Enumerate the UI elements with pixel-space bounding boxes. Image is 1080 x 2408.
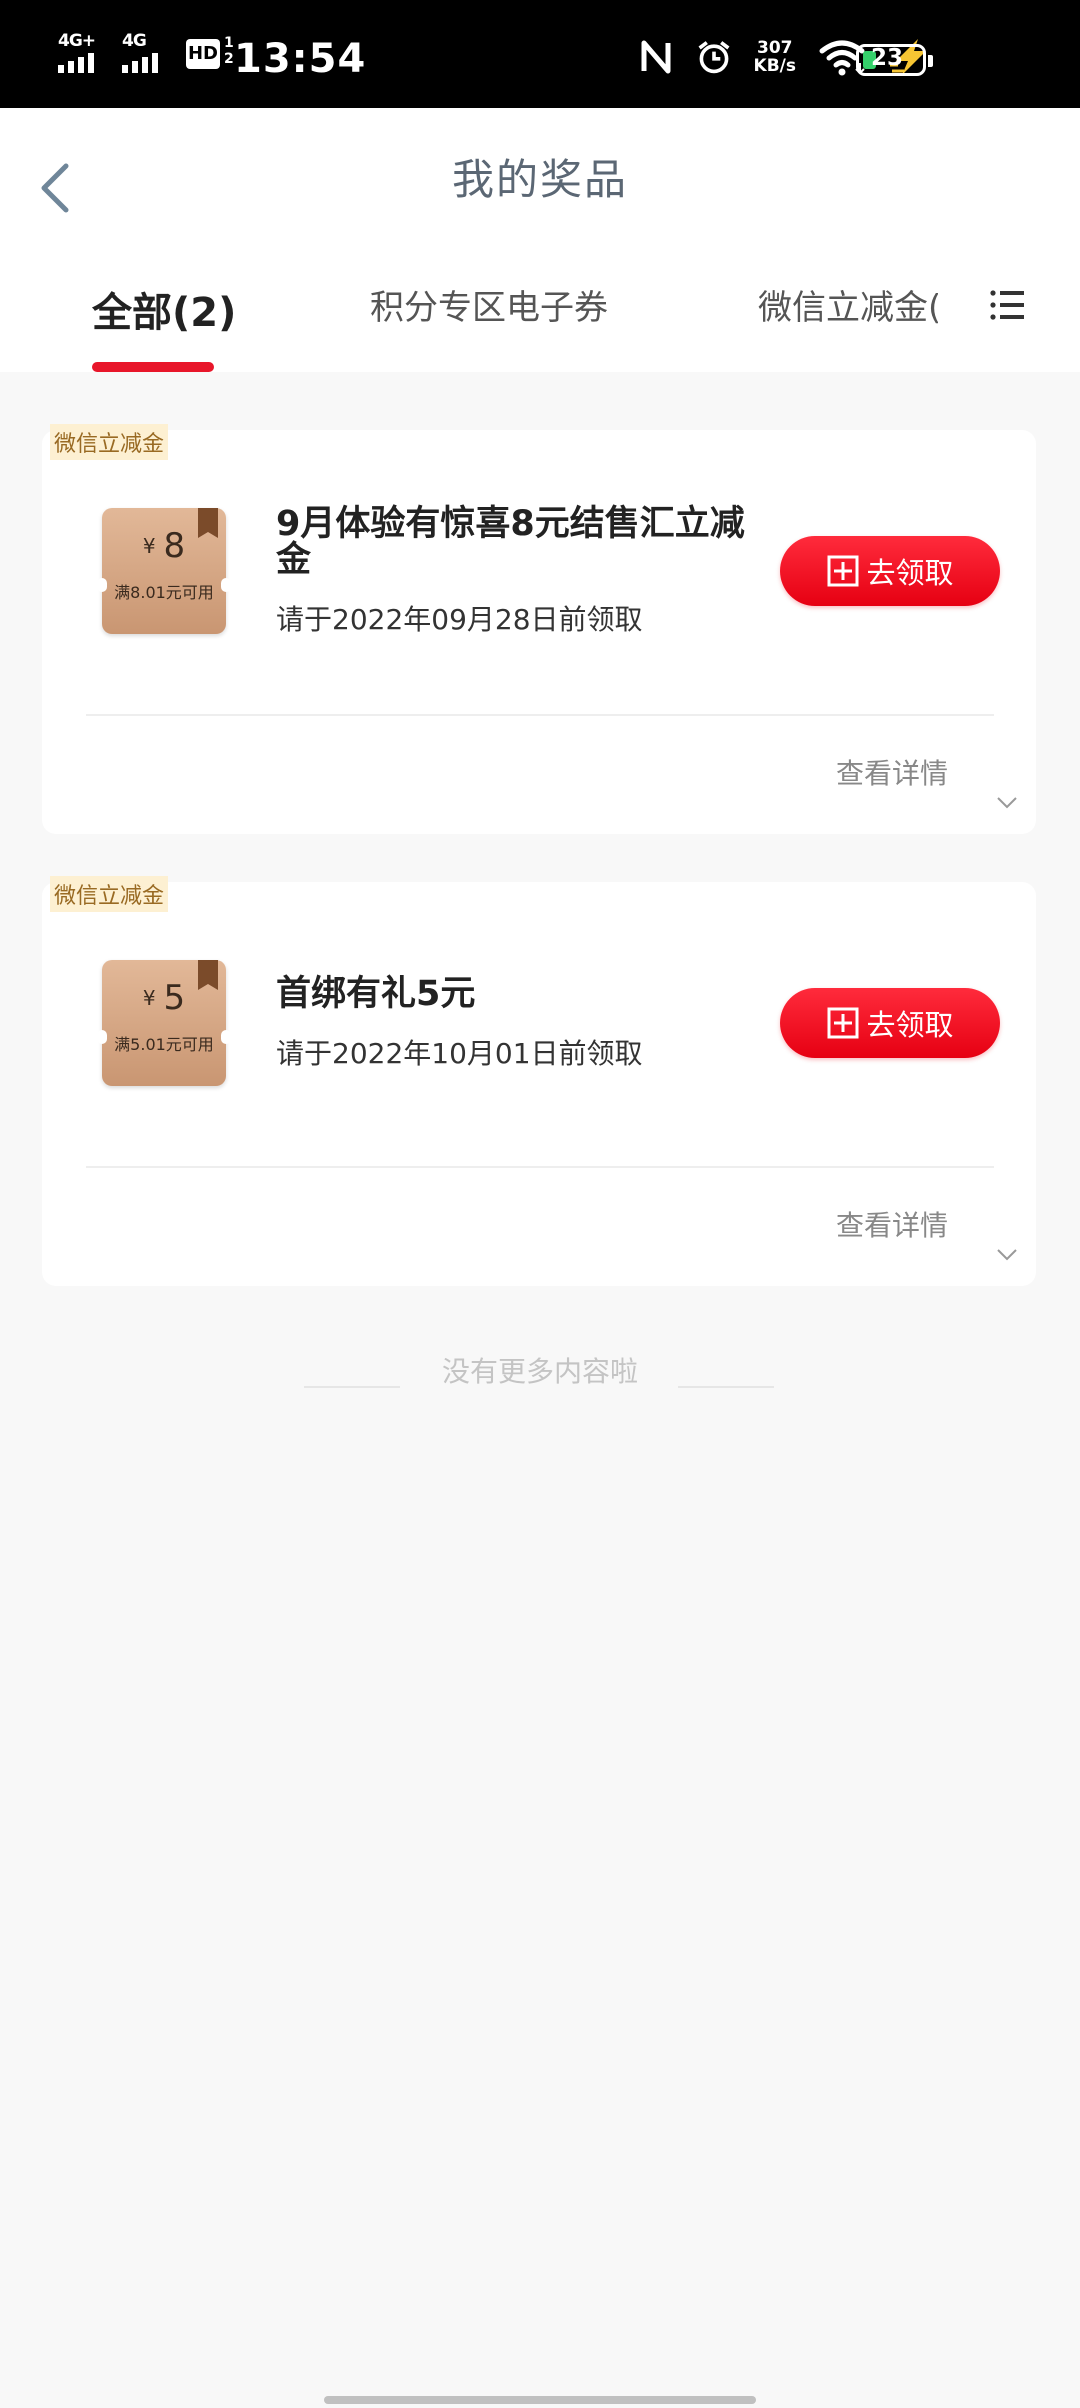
chevron-down-icon[interactable] — [996, 796, 1018, 810]
alarm-icon — [698, 41, 730, 74]
hd-label: HD — [186, 39, 220, 69]
view-details-link[interactable]: 查看详情 — [836, 1204, 948, 1244]
coupon-icon: ¥8 满8.01元可用 — [97, 508, 231, 634]
card-divider — [86, 1166, 994, 1168]
hd-voice-icon: HD 1 2 — [186, 35, 240, 75]
chevron-down-icon[interactable] — [996, 1248, 1018, 1262]
network-type-2: 4G — [122, 31, 147, 51]
card-title: 首绑有礼5元 — [276, 974, 476, 1014]
card-title: 9月体验有惊喜8元结售汇立减金 — [276, 504, 745, 580]
card-divider — [86, 714, 994, 716]
coupon-condition: 满5.01元可用 — [114, 1035, 214, 1054]
card-badge: 微信立减金 — [50, 876, 169, 912]
claim-button[interactable]: 去领取 — [780, 988, 1000, 1058]
home-indicator[interactable] — [324, 2396, 756, 2404]
tab-wechat-discount[interactable]: 微信立减金(2 — [758, 280, 938, 329]
divider-right — [678, 1386, 774, 1388]
battery-level: 23 — [871, 45, 904, 71]
prize-card: 微信立减金 ¥8 满8.01元可用 9月体验有惊喜8元结售汇立减金 请于2022… — [42, 424, 1036, 834]
tab-points-coupons[interactable]: 积分专区电子券 — [370, 280, 608, 329]
gift-box-icon — [827, 555, 859, 587]
battery-icon: 23 — [856, 44, 933, 76]
network-speed: 307 KB/s — [754, 39, 796, 75]
speed-value: 307 — [757, 38, 793, 58]
card-badge: 微信立减金 — [50, 424, 169, 460]
no-more-content: 没有更多内容啦 — [0, 1350, 1080, 1390]
nfc-icon — [641, 40, 671, 74]
card-deadline: 请于2022年09月28日前领取 — [276, 603, 643, 636]
claim-button-label: 去领取 — [866, 556, 954, 590]
status-bar: 4G+ 4G HD 1 2 13:54 307 KB/s 23 — [0, 0, 1080, 108]
page-header: 我的奖品 — [0, 108, 1080, 250]
status-left: 4G+ 4G HD 1 2 — [58, 30, 240, 80]
claim-button-label: 去领取 — [866, 1008, 954, 1042]
card-deadline: 请于2022年10月01日前领取 — [276, 1037, 643, 1070]
divider-left — [304, 1386, 400, 1388]
tab-bar: 全部(2) 积分专区电子券 微信立减金(2 — [0, 250, 1080, 372]
page-title: 我的奖品 — [451, 155, 628, 204]
status-time: 13:54 — [234, 36, 367, 82]
tab-all[interactable]: 全部(2) — [92, 280, 236, 338]
coupon-currency: ¥ — [142, 986, 156, 1010]
gift-box-icon — [827, 1007, 859, 1039]
no-more-text: 没有更多内容啦 — [441, 1355, 638, 1388]
hd-sub-label: 1 2 — [224, 35, 234, 67]
view-details-link[interactable]: 查看详情 — [836, 752, 948, 792]
coupon-currency: ¥ — [142, 534, 156, 558]
coupon-amount: 5 — [163, 978, 186, 1018]
list-menu-icon[interactable] — [990, 288, 1024, 322]
coupon-icon: ¥5 满5.01元可用 — [97, 960, 231, 1086]
coupon-condition: 满8.01元可用 — [114, 583, 214, 602]
tab-active-indicator — [92, 362, 214, 372]
coupon-amount: 8 — [163, 526, 186, 566]
prize-card: 微信立减金 ¥5 满5.01元可用 首绑有礼5元 请于2022年10月01日前领… — [42, 876, 1036, 1286]
network-type-1: 4G+ — [58, 31, 96, 51]
speed-unit: KB/s — [753, 56, 796, 76]
claim-button[interactable]: 去领取 — [780, 536, 1000, 606]
signal-icon-1: 4G+ — [58, 31, 108, 77]
signal-icon-2: 4G — [122, 31, 172, 77]
